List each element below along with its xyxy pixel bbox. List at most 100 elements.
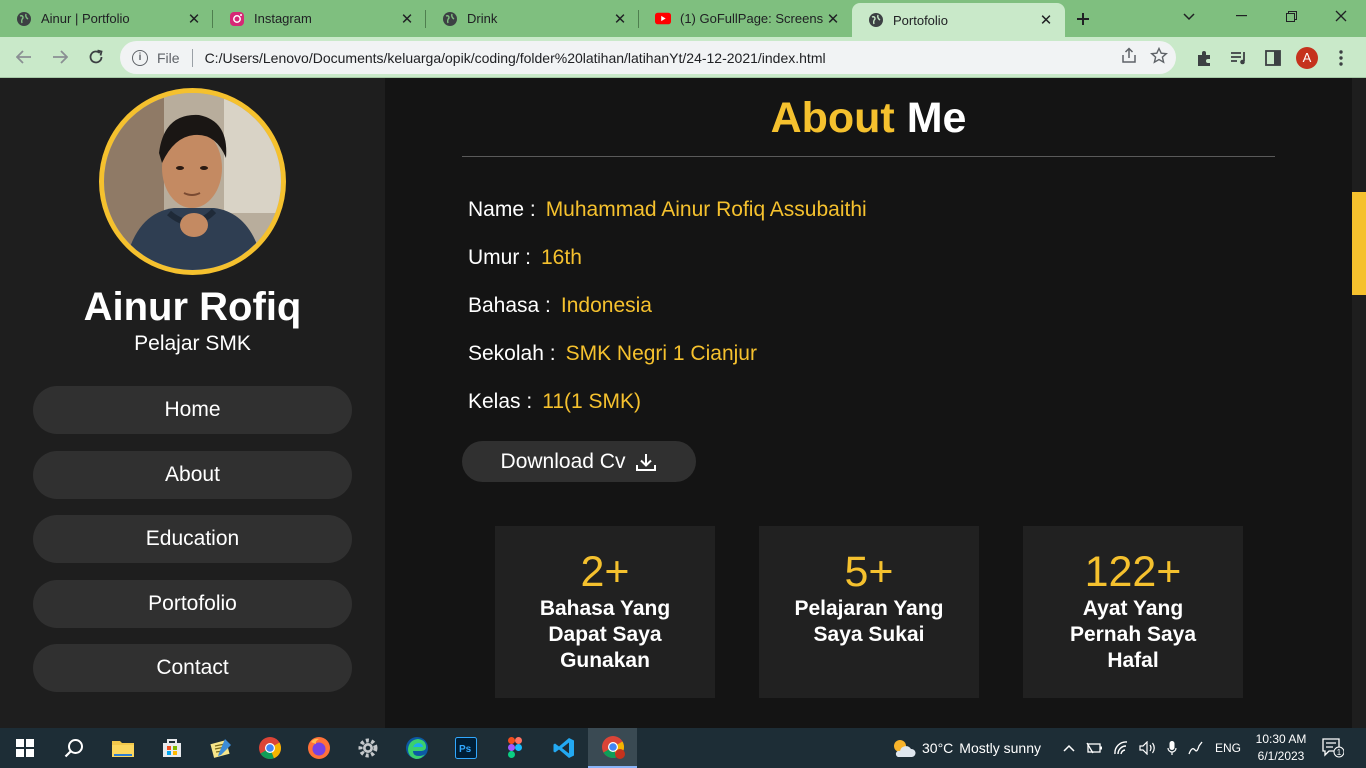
sidebar-nav: Home About Education Portofolio Contact [33, 386, 352, 709]
back-button[interactable] [6, 39, 42, 75]
profile-avatar: A [1296, 46, 1318, 69]
youtube-icon [655, 11, 671, 27]
tab-gofullpage[interactable]: (1) GoFullPage: Screensh ✕ [639, 0, 852, 37]
nav-education-button[interactable]: Education [33, 515, 352, 563]
nav-home-button[interactable]: Home [33, 386, 352, 434]
info-row-sekolah: Sekolah : SMK Negri 1 Cianjur [468, 342, 757, 365]
star-icon[interactable] [1150, 47, 1168, 65]
photoshop-icon: Ps [454, 737, 477, 759]
pen-icon[interactable] [1187, 740, 1205, 756]
download-cv-label: Download Cv [500, 449, 626, 473]
stat-number: 2+ [580, 548, 630, 596]
close-tab-icon[interactable]: ✕ [611, 10, 629, 28]
close-window-button[interactable] [1316, 0, 1366, 32]
weather-widget[interactable]: 30°C Mostly sunny [890, 728, 1041, 768]
info-row-kelas: Kelas : 11(1 SMK) [468, 390, 642, 413]
store-app[interactable] [147, 728, 196, 768]
section-title: About Me [770, 94, 967, 142]
chrome-app-active[interactable] [588, 728, 637, 768]
profile-photo [99, 88, 286, 275]
profile-button[interactable]: A [1290, 41, 1324, 74]
browser-tab-strip: Ainur | Portfolio ✕ Instagram ✕ Drink ✕ … [0, 0, 1366, 37]
search-button[interactable] [49, 728, 98, 768]
minimize-button[interactable] [1216, 0, 1266, 32]
chevron-up-icon[interactable] [1063, 744, 1075, 752]
windows-taskbar: Ps 30°C Mostly sunny ENG 10:30 AM 6/1/20… [0, 728, 1366, 768]
notification-icon: 1 [1322, 738, 1345, 758]
close-tab-icon[interactable]: ✕ [398, 10, 416, 28]
firefox-app[interactable] [294, 728, 343, 768]
window-controls [1216, 0, 1366, 37]
clock[interactable]: 10:30 AM 6/1/2023 [1250, 731, 1312, 765]
tab-search-button[interactable] [1176, 6, 1202, 28]
page-scrollbar[interactable] [1352, 78, 1366, 728]
speaker-icon[interactable] [1139, 741, 1157, 755]
restore-button[interactable] [1266, 0, 1316, 32]
stat-card: 2+ Bahasa Yang Dapat Saya Gunakan [495, 526, 715, 698]
close-tab-icon[interactable]: ✕ [824, 10, 842, 28]
stat-label: Bahasa Yang Dapat Saya Gunakan [539, 597, 671, 672]
figma-app[interactable] [490, 728, 539, 768]
nav-contact-button[interactable]: Contact [33, 644, 352, 692]
stat-label: Ayat Yang Pernah Saya Hafal [1069, 597, 1197, 672]
start-button[interactable] [0, 728, 49, 768]
tab-ainur-portfolio[interactable]: Ainur | Portfolio ✕ [0, 0, 213, 37]
wifi-icon[interactable] [1113, 741, 1129, 755]
photoshop-app[interactable]: Ps [441, 728, 490, 768]
figma-icon [507, 737, 522, 758]
restore-icon [1285, 10, 1297, 22]
chrome-icon [258, 737, 281, 760]
scrollbar-thumb[interactable] [1352, 192, 1366, 295]
close-tab-icon[interactable]: ✕ [1037, 11, 1055, 29]
nav-about-button[interactable]: About [33, 450, 352, 499]
download-cv-button[interactable]: Download Cv [462, 441, 696, 482]
language-indicator[interactable]: ENG [1215, 741, 1241, 755]
close-tab-icon[interactable]: ✕ [185, 10, 203, 28]
arrow-left-icon [16, 50, 31, 64]
info-list: Name : Muhammad Ainur Rofiq Assubaithi U… [468, 198, 867, 438]
file-explorer-app[interactable] [98, 728, 147, 768]
notes-app[interactable] [196, 728, 245, 768]
microphone-icon[interactable] [1167, 740, 1177, 756]
share-icon[interactable] [1120, 47, 1138, 65]
chrome-profile-icon [601, 736, 625, 759]
notes-icon [209, 739, 231, 758]
weather-desc: Mostly sunny [959, 740, 1041, 756]
gear-icon [358, 738, 377, 758]
nav-portofolio-button[interactable]: Portofolio [33, 579, 352, 628]
forward-button[interactable] [42, 39, 78, 75]
globe-icon [16, 11, 32, 27]
menu-button[interactable] [1324, 41, 1358, 74]
reload-button[interactable] [78, 39, 114, 75]
windows-logo-icon [15, 739, 34, 757]
media-button[interactable] [1222, 41, 1256, 74]
notification-button[interactable]: 1 [1322, 738, 1345, 758]
chrome-app[interactable] [245, 728, 294, 768]
clock-date: 6/1/2023 [1257, 749, 1305, 763]
info-row-bahasa: Bahasa : Indonesia [468, 294, 652, 317]
vscode-app[interactable] [539, 728, 588, 768]
globe-icon [442, 11, 458, 27]
address-bar[interactable]: i File C:/Users/Lenovo/Documents/keluarg… [120, 41, 1176, 74]
edge-app[interactable] [392, 728, 441, 768]
tab-instagram[interactable]: Instagram ✕ [213, 0, 426, 37]
svg-text:Ps: Ps [459, 744, 472, 755]
battery-icon[interactable] [1085, 741, 1103, 755]
tab-drink[interactable]: Drink ✕ [426, 0, 639, 37]
extensions-button[interactable] [1188, 41, 1222, 74]
toolbar-actions: A [1188, 41, 1358, 74]
info-icon[interactable]: i [132, 49, 148, 66]
tab-title: Drink [467, 11, 498, 26]
kebab-menu-icon [1339, 49, 1343, 66]
url-text[interactable]: C:/Users/Lenovo/Documents/keluarga/opik/… [205, 50, 826, 66]
weather-temp: 30°C [922, 740, 954, 756]
side-panel-button[interactable] [1256, 41, 1290, 74]
tab-portofolio[interactable]: Portofolio ✕ [852, 3, 1065, 37]
firefox-icon [307, 737, 330, 759]
settings-app[interactable] [343, 728, 392, 768]
scheme-label: File [157, 49, 180, 66]
vscode-icon [553, 738, 574, 758]
title-divider [462, 156, 1275, 157]
new-tab-button[interactable] [1065, 0, 1101, 37]
tab-title: (1) GoFullPage: Screensh [680, 11, 824, 26]
